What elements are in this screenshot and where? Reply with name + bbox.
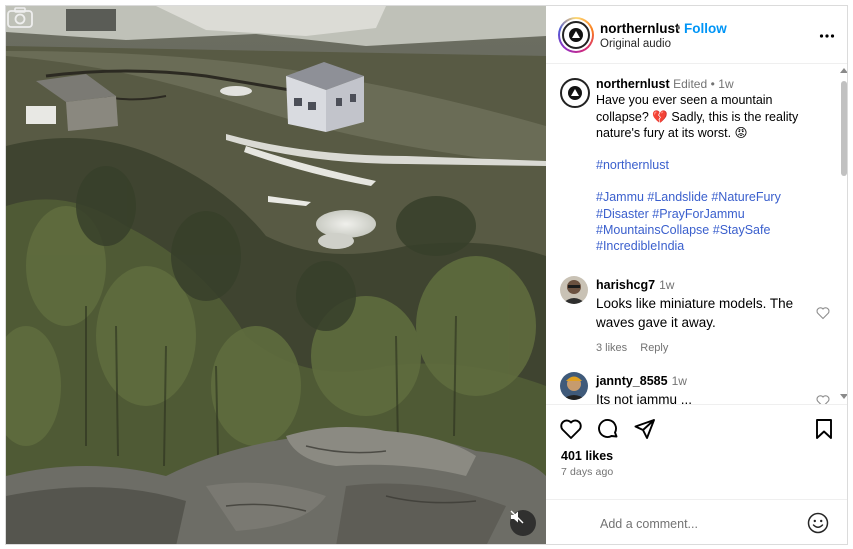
emoji-icon[interactable] — [807, 512, 829, 534]
follow-button[interactable]: Follow — [684, 21, 727, 36]
reply-button[interactable]: Reply — [640, 342, 668, 354]
likes-count[interactable]: 401 likes — [561, 449, 613, 463]
commenter-username[interactable]: jannty_8585 — [596, 374, 668, 388]
caption-username[interactable]: northernlust — [596, 77, 670, 91]
hashtag-line[interactable]: #MountainsCollapse #StaySafe — [596, 222, 828, 238]
comments-list: northernlust Edited • 1w Have you ever s… — [546, 64, 847, 404]
brand-logo-icon — [568, 86, 582, 100]
commenter-avatar[interactable] — [560, 276, 588, 304]
hashtag-line[interactable]: #Jammu #Landslide #NatureFury — [596, 189, 828, 205]
comment-bar — [546, 499, 847, 544]
comment-time: 1w — [671, 374, 687, 388]
caption-line: nature's fury at its worst. 😡 — [596, 125, 748, 140]
heart-icon[interactable] — [559, 417, 583, 441]
hashtag-line[interactable]: #IncredibleIndia — [596, 238, 828, 254]
post-dialog: northernlust • Follow Original audio nor… — [5, 5, 848, 545]
caption-line: Have you ever seen a mountain — [596, 93, 773, 108]
comment-icon[interactable] — [596, 417, 620, 441]
brand-logo-icon — [569, 28, 583, 42]
camera-icon[interactable] — [6, 6, 34, 30]
post-date[interactable]: 7 days ago — [561, 466, 613, 478]
commenter-username[interactable]: harishcg7 — [596, 278, 655, 292]
mute-button[interactable] — [510, 510, 536, 536]
post-header: northernlust • Follow Original audio — [546, 6, 847, 64]
caption: northernlust Edited • 1w Have you ever s… — [596, 76, 828, 255]
commenter-avatar[interactable] — [560, 372, 588, 400]
comment-likes[interactable]: 3 likes — [596, 342, 627, 354]
comment-input[interactable] — [600, 514, 800, 534]
caption-line: collapse? 💔 Sadly, this is the reality — [596, 109, 799, 124]
caption-edited: Edited — [673, 77, 708, 91]
muted-speaker-icon — [510, 510, 524, 524]
comment-text: Looks like miniature models. The waves g… — [596, 296, 794, 330]
comment-item: harishcg7 1w Looks like miniature models.… — [560, 276, 830, 356]
post-actions: 401 likes 7 days ago — [546, 404, 847, 544]
caption-avatar[interactable] — [560, 78, 590, 108]
post-side-panel: northernlust • Follow Original audio nor… — [546, 6, 847, 544]
author-username[interactable]: northernlust — [600, 21, 680, 36]
comment-heart-icon[interactable] — [816, 394, 830, 404]
hashtag-line[interactable]: #Disaster #PrayForJammu — [596, 206, 828, 222]
bookmark-icon[interactable] — [812, 417, 836, 441]
caption-time: 1w — [718, 77, 734, 91]
comment-item: jannty_8585 1w Its not jammu ... — [560, 372, 830, 404]
hashtag-link[interactable]: #northernlust — [596, 157, 828, 173]
more-options-icon[interactable] — [819, 28, 835, 44]
comment-time: 1w — [659, 278, 675, 292]
video-frame — [6, 6, 546, 544]
comment-heart-icon[interactable] — [816, 306, 830, 320]
separator-dot: • — [676, 20, 681, 35]
video-player[interactable] — [6, 6, 546, 544]
audio-label[interactable]: Original audio — [600, 38, 671, 50]
share-icon[interactable] — [633, 417, 657, 441]
comment-text: Its not jammu ... — [596, 392, 693, 404]
author-avatar[interactable] — [558, 17, 594, 53]
caption-separator: • — [710, 77, 715, 91]
